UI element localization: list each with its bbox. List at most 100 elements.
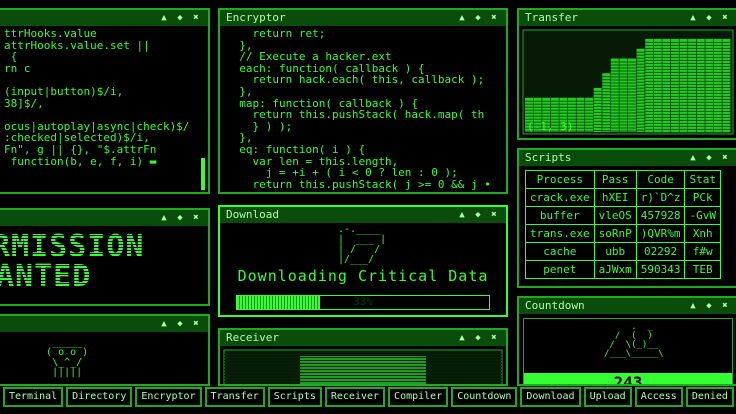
move-icon[interactable]: ◆	[172, 10, 188, 26]
move-icon[interactable]: ◆	[470, 330, 486, 346]
transfer-window[interactable]: Transfer ▲ ◆ ✖ (-1, 3)	[517, 8, 736, 140]
download-window[interactable]: Download ▲ ◆ ✖ .-.____ | ___ | | / / |/___…	[218, 205, 508, 317]
maximize-icon[interactable]: ▲	[454, 330, 470, 346]
maximize-icon[interactable]: ▲	[685, 298, 701, 314]
transfer-scanline	[636, 126, 645, 128]
receiver-titlebar[interactable]: Receiver ▲ ◆ ✖	[220, 330, 506, 346]
maximize-icon[interactable]: ▲	[156, 316, 172, 332]
transfer-scanline	[619, 109, 628, 111]
transfer-scanline	[653, 71, 662, 73]
transfer-scanline	[679, 107, 688, 109]
taskbar-button-transfer[interactable]: Transfer	[204, 387, 265, 407]
transfer-scanline	[619, 91, 628, 93]
terminal-titlebar[interactable]: ▲ ◆ ✖	[0, 10, 208, 26]
close-icon[interactable]: ✖	[486, 207, 502, 223]
taskbar-button-download[interactable]: Download	[520, 387, 581, 407]
maximize-icon[interactable]: ▲	[454, 207, 470, 223]
transfer-scanline	[636, 87, 645, 89]
table-header-cell: Process	[525, 170, 595, 189]
move-icon[interactable]: ◆	[701, 298, 717, 314]
maximize-icon[interactable]: ▲	[454, 10, 470, 26]
transfer-scanline	[688, 74, 697, 76]
move-icon[interactable]: ◆	[172, 210, 188, 226]
table-header-cell: Code	[635, 170, 686, 189]
maximize-icon[interactable]: ▲	[156, 10, 172, 26]
transfer-scanline	[713, 50, 722, 52]
transfer-scanline	[533, 100, 542, 102]
transfer-scanline	[705, 62, 714, 64]
countdown-window[interactable]: Countdown ▲ ◆ ✖ . _ / ( ) / \(_)__ /___\__…	[517, 296, 736, 386]
transfer-scanline	[662, 113, 671, 115]
move-icon[interactable]: ◆	[701, 10, 717, 26]
taskbar-button-upload[interactable]: Upload	[583, 387, 632, 407]
terminal-window[interactable]: ▲ ◆ ✖ ttrHooks.value attrHooks.value.set |…	[0, 8, 210, 194]
taskbar-button-receiver[interactable]: Receiver	[324, 387, 386, 407]
close-icon[interactable]: ✖	[188, 210, 204, 226]
window-controls: ▲ ◆ ✖	[454, 330, 502, 346]
transfer-scanline	[688, 62, 697, 64]
encryptor-titlebar[interactable]: Encryptor ▲ ◆ ✖	[220, 10, 506, 26]
encryptor-window[interactable]: Encryptor ▲ ◆ ✖ return ret; }, // Execute …	[218, 8, 508, 194]
table-row: crack.exe hXEI r)`D^z PCk	[525, 188, 721, 207]
transfer-scanline	[722, 50, 731, 52]
transfer-titlebar[interactable]: Transfer ▲ ◆ ✖	[519, 10, 736, 26]
transfer-scanline	[542, 115, 551, 117]
skull-titlebar[interactable]: ▲ ◆ ✖	[0, 316, 208, 332]
permission-granted-banner: RMISSIONANTED	[0, 229, 208, 302]
transfer-scanline	[636, 84, 645, 86]
transfer-scanline	[713, 44, 722, 46]
taskbar-button-encryptor[interactable]: Encryptor	[135, 387, 202, 407]
download-titlebar[interactable]: Download ▲ ◆ ✖	[220, 207, 506, 223]
close-icon[interactable]: ✖	[717, 10, 733, 26]
transfer-scanline	[653, 68, 662, 70]
taskbar-button-countdown[interactable]: Countdown	[451, 387, 518, 407]
transfer-scanline	[688, 128, 697, 130]
pixel-scanline	[0, 301, 208, 302]
transfer-scanline	[636, 69, 645, 71]
transfer-scanline	[602, 100, 611, 102]
receiver-window[interactable]: Receiver ▲ ◆ ✖	[218, 328, 508, 386]
scripts-window[interactable]: Scripts ▲ ◆ ✖ Process Pass Code Stat crack.ex…	[517, 148, 736, 288]
transfer-scanline	[679, 53, 688, 55]
taskbar-button-access[interactable]: Access	[634, 387, 683, 407]
close-icon[interactable]: ✖	[486, 10, 502, 26]
close-icon[interactable]: ✖	[188, 10, 204, 26]
access-titlebar[interactable]: ▲ ◆ ✖	[0, 210, 208, 226]
move-icon[interactable]: ◆	[470, 10, 486, 26]
access-window[interactable]: ▲ ◆ ✖ RMISSION ANTED	[0, 208, 210, 306]
maximize-icon[interactable]: ▲	[685, 150, 701, 166]
countdown-titlebar[interactable]: Countdown ▲ ◆ ✖	[519, 298, 736, 314]
maximize-icon[interactable]: ▲	[685, 10, 701, 26]
transfer-scanline	[722, 110, 731, 112]
transfer-scanline	[567, 106, 576, 108]
window-controls: ▲ ◆ ✖	[685, 10, 733, 26]
transfer-scanline	[670, 80, 679, 82]
close-icon[interactable]: ✖	[717, 298, 733, 314]
terminal-scrollbar[interactable]	[201, 30, 205, 190]
code-line: return hack.each( this, callback );	[252, 73, 485, 87]
receiver-scanline	[224, 366, 502, 367]
move-icon[interactable]: ◆	[172, 316, 188, 332]
transfer-scanline	[636, 129, 645, 131]
taskbar-button-scripts[interactable]: Scripts	[267, 387, 322, 407]
taskbar-button-terminal[interactable]: Terminal	[3, 387, 64, 407]
close-icon[interactable]: ✖	[188, 316, 204, 332]
transfer-scanline	[585, 100, 594, 102]
scripts-titlebar[interactable]: Scripts ▲ ◆ ✖	[519, 150, 736, 166]
scroll-thumb[interactable]	[201, 158, 205, 190]
maximize-icon[interactable]: ▲	[156, 210, 172, 226]
transfer-scanline	[645, 77, 654, 79]
transfer-scanline	[670, 116, 679, 118]
close-icon[interactable]: ✖	[717, 150, 733, 166]
move-icon[interactable]: ◆	[701, 150, 717, 166]
move-icon[interactable]: ◆	[470, 207, 486, 223]
taskbar-button-denied[interactable]: Denied	[685, 387, 734, 407]
transfer-scanline	[610, 124, 619, 126]
taskbar-button-directory[interactable]: Directory	[66, 387, 133, 407]
transfer-scanline	[688, 101, 697, 103]
transfer-scanline	[722, 83, 731, 85]
close-icon[interactable]: ✖	[486, 330, 502, 346]
skull-window[interactable]: ▲ ◆ ✖ _____ ( o o ) \_^_/ |||||	[0, 314, 210, 386]
transfer-scanline	[636, 51, 645, 53]
taskbar-button-compiler[interactable]: Compiler	[388, 387, 449, 407]
